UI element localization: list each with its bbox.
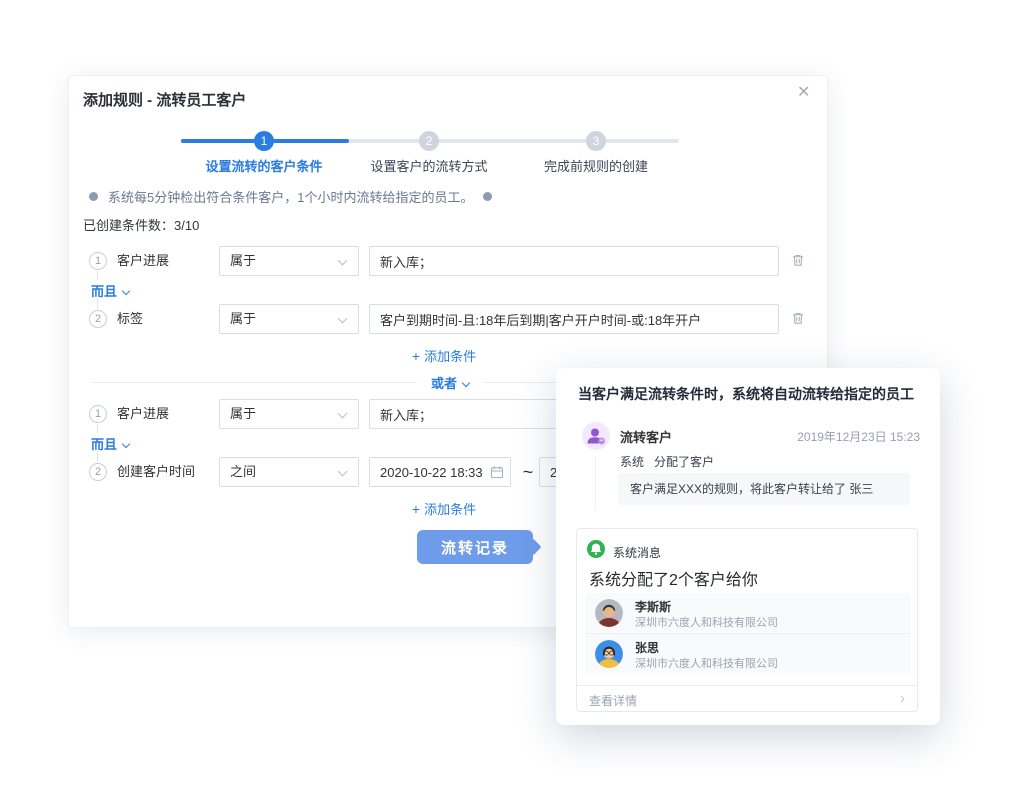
list-item[interactable]: 张思 深圳市六度人和科技有限公司 bbox=[585, 633, 911, 673]
date-start-field bbox=[369, 457, 511, 487]
notice-line: 系统每5分钟检出符合条件客户，1个小时内流转给指定的员工。 bbox=[89, 187, 492, 206]
chat-quote-box: 客户满足XXX的规则，将此客户转让给了 张三 bbox=[618, 473, 910, 505]
condition-value-input[interactable] bbox=[369, 246, 779, 276]
bullet-dot-icon bbox=[89, 192, 98, 201]
chat-action-line: 系统分配了客户 bbox=[620, 453, 714, 470]
divider-line bbox=[91, 382, 417, 383]
customer-name: 李斯斯 bbox=[635, 598, 671, 615]
condition-row: 2 标签 属于 bbox=[69, 304, 829, 334]
notice-text: 系统每5分钟检出符合条件客户，1个小时内流转给指定的员工。 bbox=[108, 187, 473, 206]
system-message-label: 系统消息 bbox=[613, 544, 661, 561]
chat-actor: 系统 bbox=[620, 455, 644, 469]
bullet-dot-icon bbox=[483, 192, 492, 201]
step-3-dot: 3 bbox=[586, 131, 606, 151]
add-condition-label: 添加条件 bbox=[424, 502, 476, 517]
transfer-record-button[interactable]: 流转记录 bbox=[417, 530, 533, 564]
close-icon[interactable]: ✕ bbox=[797, 85, 810, 101]
chevron-down-icon bbox=[338, 314, 348, 324]
delete-condition-button[interactable] bbox=[791, 253, 805, 270]
step-2-dot: 2 bbox=[419, 131, 439, 151]
and-label: 而且 bbox=[91, 437, 117, 452]
connector-line bbox=[97, 271, 98, 280]
delete-condition-button[interactable] bbox=[791, 311, 805, 328]
field-label: 客户进展 bbox=[117, 246, 169, 276]
row-number-badge: 2 bbox=[89, 463, 107, 481]
trash-icon bbox=[791, 253, 805, 267]
system-message-box: 系统消息 系统分配了2个客户给你 李斯斯 深圳市六度人和科技有限公司 bbox=[576, 528, 918, 712]
row-number-badge: 2 bbox=[89, 310, 107, 328]
customer-name: 张思 bbox=[635, 639, 659, 656]
operator-value: 属于 bbox=[230, 305, 256, 333]
calendar-icon bbox=[490, 465, 504, 479]
operator-select[interactable]: 属于 bbox=[219, 246, 359, 276]
avatar bbox=[595, 599, 623, 627]
chevron-down-icon bbox=[462, 378, 470, 386]
plus-icon: + bbox=[412, 348, 420, 364]
tab-step-1[interactable]: 设置流转的客户条件 bbox=[189, 156, 339, 175]
list-item[interactable]: 李斯斯 深圳市六度人和科技有限公司 bbox=[585, 593, 911, 633]
woman-avatar-icon bbox=[595, 640, 623, 668]
operator-value: 之间 bbox=[230, 458, 256, 486]
customer-company: 深圳市六度人和科技有限公司 bbox=[635, 655, 778, 671]
condition-counter: 已创建条件数：3/10 bbox=[83, 215, 199, 234]
trash-icon bbox=[791, 311, 805, 325]
view-details-label: 查看详情 bbox=[589, 692, 637, 709]
preview-card: 当客户满足流转条件时，系统将自动流转给指定的员工 流转客户 2019年12月23… bbox=[556, 368, 940, 725]
field-label: 客户进展 bbox=[117, 399, 169, 429]
tab-step-3[interactable]: 完成前规则的创建 bbox=[521, 156, 671, 175]
avatar bbox=[595, 640, 623, 668]
range-tilde: ~ bbox=[519, 457, 537, 487]
and-label: 而且 bbox=[91, 284, 117, 299]
card-title: 当客户满足流转条件时，系统将自动流转给指定的员工 bbox=[578, 384, 923, 404]
add-condition-link[interactable]: + 添加条件 bbox=[69, 346, 819, 365]
chevron-down-icon bbox=[338, 467, 348, 477]
chevron-down-icon bbox=[338, 256, 348, 266]
step-1-dot: 1 bbox=[254, 131, 274, 151]
chat-sender: 流转客户 bbox=[620, 427, 672, 446]
plus-icon: + bbox=[412, 501, 420, 517]
tab-step-2[interactable]: 设置客户的流转方式 bbox=[354, 156, 504, 175]
modal-title: 添加规则 - 流转员工客户 bbox=[83, 89, 246, 110]
connector-line bbox=[97, 424, 98, 433]
system-headline: 系统分配了2个客户给你 bbox=[589, 566, 758, 590]
chat-timestamp: 2019年12月23日 15:23 bbox=[797, 428, 920, 445]
bell-icon bbox=[587, 540, 605, 558]
timeline-line bbox=[595, 456, 596, 510]
operator-select[interactable]: 属于 bbox=[219, 399, 359, 429]
field-label: 标签 bbox=[117, 304, 143, 334]
chat-action: 分配了客户 bbox=[654, 455, 714, 469]
add-condition-label: 添加条件 bbox=[424, 349, 476, 364]
operator-select[interactable]: 之间 bbox=[219, 457, 359, 487]
chevron-down-icon bbox=[122, 440, 130, 448]
person-transfer-icon bbox=[582, 422, 610, 450]
man-avatar-icon bbox=[595, 599, 623, 627]
transfer-customer-avatar bbox=[582, 422, 610, 450]
chevron-right-icon: › bbox=[900, 690, 905, 707]
operator-select[interactable]: 属于 bbox=[219, 304, 359, 334]
chevron-down-icon bbox=[122, 287, 130, 295]
condition-row: 1 客户进展 属于 bbox=[69, 246, 829, 276]
operator-value: 属于 bbox=[230, 400, 256, 428]
row-number-badge: 1 bbox=[89, 252, 107, 270]
field-label: 创建客户时间 bbox=[117, 457, 195, 487]
chevron-down-icon bbox=[338, 409, 348, 419]
page: 添加规则 - 流转员工客户 ✕ 1 2 3 设置流转的客户条件 设置客户的流转方… bbox=[0, 0, 1010, 800]
operator-value: 属于 bbox=[230, 247, 256, 275]
row-number-badge: 1 bbox=[89, 405, 107, 423]
or-connector-link[interactable]: 或者 bbox=[417, 373, 483, 392]
view-details-row[interactable]: 查看详情 › bbox=[577, 685, 917, 712]
customer-company: 深圳市六度人和科技有限公司 bbox=[635, 614, 778, 630]
condition-value-input[interactable] bbox=[369, 304, 779, 334]
or-label: 或者 bbox=[431, 376, 457, 391]
customer-list: 李斯斯 深圳市六度人和科技有限公司 bbox=[585, 593, 911, 673]
